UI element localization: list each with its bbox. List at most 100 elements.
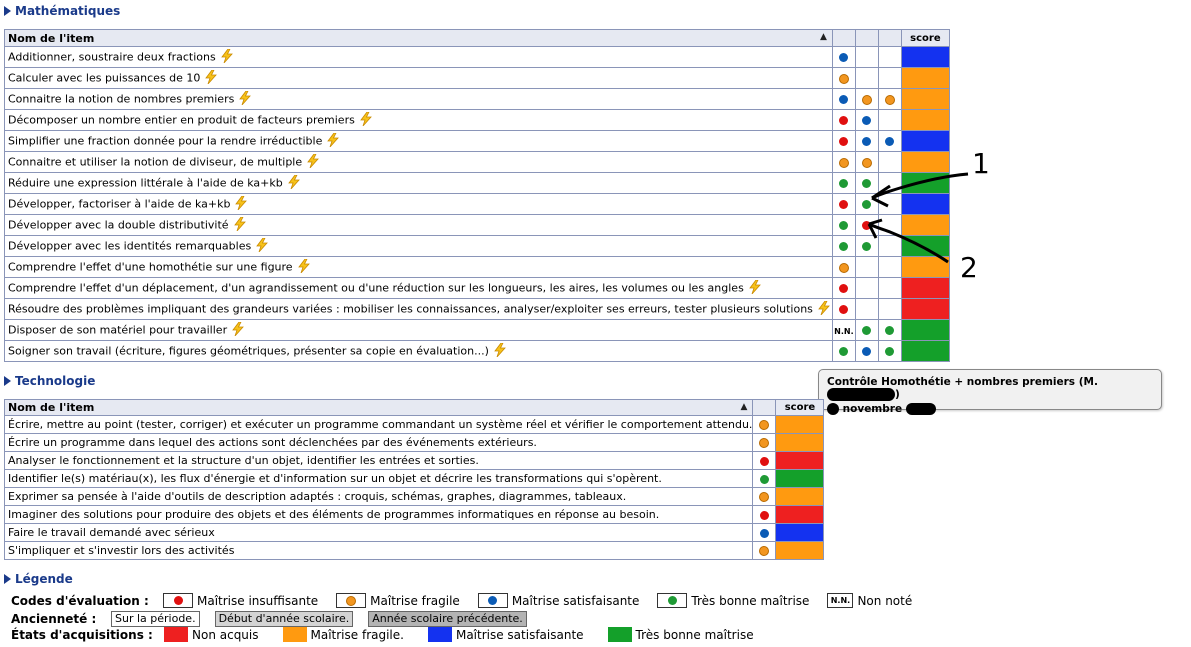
lightning-icon[interactable]	[219, 48, 235, 66]
eval-dot-blue[interactable]	[759, 528, 769, 538]
sort-icon[interactable]: ▲	[820, 32, 827, 42]
eval-cell	[831, 109, 856, 131]
item-label: Imaginer des solutions pour produire des…	[8, 508, 660, 521]
eval-dot-blue[interactable]	[839, 53, 849, 62]
legend-etat-item: Maîtrise satisfaisante	[427, 627, 584, 642]
eval-dot-green[interactable]	[839, 221, 849, 230]
eval-dot-orange[interactable]	[838, 157, 849, 168]
eval-dot-orange[interactable]	[759, 420, 770, 430]
legend-etat-label: Non acquis	[192, 627, 259, 642]
legend-etats-list: Non acquis Maîtrise fragile. Maîtrise sati…	[164, 627, 778, 642]
section-math-title: Mathématiques	[15, 4, 121, 18]
lightning-icon[interactable]	[286, 174, 302, 192]
eval-dot-orange[interactable]	[884, 94, 895, 105]
lightning-icon[interactable]	[747, 279, 763, 297]
annotation-number-1: 1	[972, 147, 990, 180]
eval-dot-blue[interactable]	[839, 95, 849, 104]
eval-cell	[752, 487, 777, 506]
eval-dot-green[interactable]	[839, 242, 849, 251]
eval-dot-red[interactable]	[839, 200, 849, 209]
item-label: Calculer avec les puissances de 10	[8, 71, 201, 84]
eval-dot-red[interactable]	[839, 137, 849, 146]
lightning-icon[interactable]	[237, 90, 253, 108]
item-cell: Développer avec la double distributivité	[4, 214, 833, 236]
lightning-icon[interactable]	[232, 216, 248, 234]
eval-cell	[877, 277, 902, 299]
eval-dot-orange[interactable]	[838, 262, 849, 273]
sort-icon[interactable]: ▲	[741, 402, 748, 412]
section-tech-toggle[interactable]: Technologie	[4, 374, 95, 388]
eval-dot-green[interactable]	[885, 347, 895, 356]
lightning-icon[interactable]	[233, 195, 249, 213]
column-header-name[interactable]: Nom de l'item ▲	[4, 29, 833, 47]
lightning-icon[interactable]	[296, 258, 312, 276]
redaction-mark	[827, 403, 839, 415]
item-cell: Soigner son travail (écriture, figures g…	[4, 340, 833, 362]
lightning-icon[interactable]	[816, 300, 832, 318]
item-cell: Simplifier une fraction donnée pour la r…	[4, 130, 833, 152]
table-row: Imaginer des solutions pour produire des…	[3, 505, 825, 524]
eval-dot-red[interactable]	[839, 116, 849, 125]
eval-dot-red[interactable]	[839, 284, 849, 293]
eval-cell	[854, 130, 879, 152]
legend-swatch-blue	[427, 627, 452, 642]
lightning-icon[interactable]	[325, 132, 341, 150]
item-cell: Écrire un programme dans lequel des acti…	[3, 433, 754, 452]
section-legend-title: Légende	[15, 572, 73, 586]
score-cell	[900, 277, 950, 299]
eval-cell	[752, 469, 777, 488]
lightning-icon[interactable]	[203, 69, 219, 87]
eval-dot-blue[interactable]	[885, 137, 895, 146]
table-row: Faire le travail demandé avec sérieux	[3, 523, 825, 542]
table-row: Simplifier une fraction donnée pour la r…	[4, 130, 950, 152]
lightning-icon[interactable]	[254, 237, 270, 255]
eval-dot-orange[interactable]	[759, 546, 770, 556]
legend-dot-green	[667, 596, 677, 605]
section-math-toggle[interactable]: Mathématiques	[4, 4, 120, 18]
eval-dot-red[interactable]	[839, 305, 849, 314]
lightning-icon[interactable]	[492, 342, 508, 360]
eval-cell	[752, 451, 777, 470]
item-cell: Écrire, mettre au point (tester, corrige…	[3, 415, 754, 434]
score-cell	[775, 469, 825, 488]
eval-cell	[877, 319, 902, 341]
eval-dot-orange[interactable]	[861, 94, 872, 105]
eval-dot-green[interactable]	[759, 474, 769, 484]
column-header-score[interactable]: score	[900, 29, 950, 47]
eval-dot-green[interactable]	[839, 347, 849, 356]
item-label: Soigner son travail (écriture, figures g…	[8, 344, 489, 357]
item-cell: Exprimer sa pensée à l'aide d'outils de …	[3, 487, 754, 506]
eval-dot-blue[interactable]	[862, 137, 872, 146]
legend-code-label: Maîtrise satisfaisante	[511, 593, 640, 608]
eval-cell	[831, 130, 856, 152]
eval-cell	[877, 109, 902, 131]
item-label: Faire le travail demandé avec sérieux	[8, 526, 215, 539]
lightning-icon[interactable]	[358, 111, 374, 129]
eval-cell	[854, 88, 879, 110]
legend-swatch-red	[164, 627, 188, 642]
legend-code-box	[477, 593, 508, 608]
tooltip-title: Contrôle Homothétie + nombres premiers (…	[827, 376, 1098, 388]
lightning-icon[interactable]	[230, 321, 246, 339]
eval-dot-red[interactable]	[759, 456, 769, 466]
eval-dot-green[interactable]	[862, 326, 872, 335]
section-legend-toggle[interactable]: Légende	[4, 572, 73, 586]
item-label: Identifier le(s) matériau(x), les flux d…	[8, 472, 662, 485]
column-header-name[interactable]: Nom de l'item ▲	[3, 399, 754, 416]
eval-dot-blue[interactable]	[862, 116, 872, 125]
eval-dot-blue[interactable]	[862, 347, 872, 356]
table-row: Calculer avec les puissances de 10	[4, 67, 950, 89]
item-cell: Décomposer un nombre entier en produit d…	[4, 109, 833, 131]
eval-dot-green[interactable]	[839, 179, 849, 188]
eval-cell	[877, 67, 902, 89]
eval-dot-green[interactable]	[885, 326, 895, 335]
eval-dot-orange[interactable]	[759, 492, 770, 502]
eval-dot-orange[interactable]	[759, 438, 770, 448]
legend-code-label: Très bonne maîtrise	[691, 593, 810, 608]
eval-dot-orange[interactable]	[838, 73, 849, 84]
column-header-score[interactable]: score	[775, 399, 825, 416]
eval-dot-red[interactable]	[759, 510, 769, 520]
lightning-icon[interactable]	[305, 153, 321, 171]
item-label: Analyser le fonctionnement et la structu…	[8, 454, 479, 467]
legend-swatch-orange	[282, 627, 307, 642]
